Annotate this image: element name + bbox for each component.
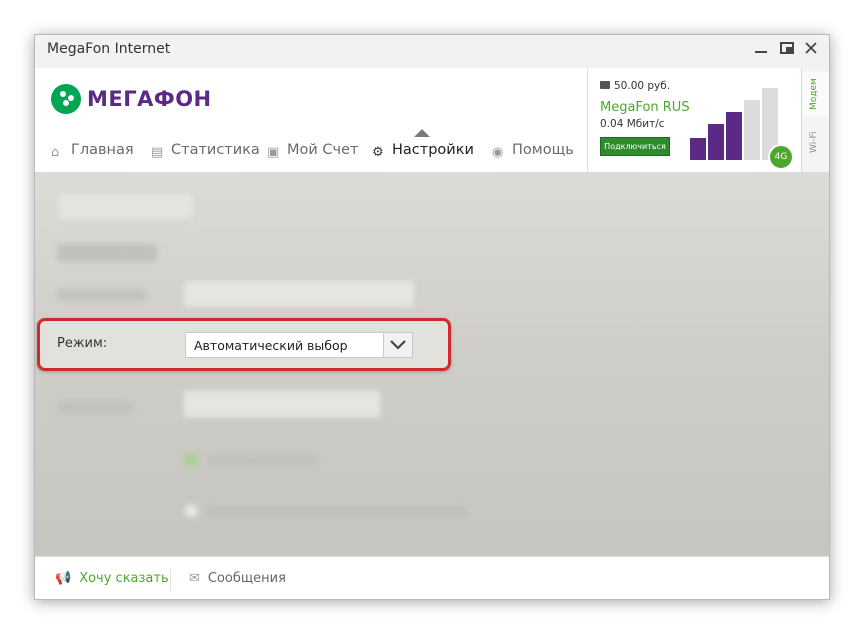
blurred-heading bbox=[57, 244, 157, 262]
connect-button[interactable]: Подключиться bbox=[600, 137, 670, 156]
settings-content: Режим: Автоматический выбор bbox=[35, 172, 829, 556]
maximize-icon bbox=[780, 42, 794, 54]
blurred-text bbox=[207, 506, 467, 517]
minimize-button[interactable] bbox=[751, 40, 771, 60]
balance: 50.00 руб. bbox=[600, 80, 670, 92]
stats-icon: ▤ bbox=[151, 145, 164, 160]
signal-bar-1 bbox=[690, 138, 706, 160]
nav-item-settings[interactable]: ⚙ Настройки bbox=[372, 142, 474, 160]
side-tabs: Модем Wi-Fi bbox=[801, 68, 829, 172]
nav-item-home[interactable]: ⌂ Главная bbox=[51, 142, 134, 160]
logo-text: МЕГАФОН bbox=[87, 87, 212, 111]
connection-status-panel: 50.00 руб. MegaFon RUS 0.04 Мбит/с Подкл… bbox=[587, 68, 802, 172]
blurred-label bbox=[57, 401, 132, 413]
blurred-select bbox=[183, 390, 381, 418]
tab-wifi[interactable]: Wi-Fi bbox=[802, 120, 829, 164]
mode-select-toggle[interactable] bbox=[383, 333, 412, 357]
operator-name: MegaFon RUS bbox=[600, 100, 690, 115]
chevron-down-icon bbox=[390, 340, 406, 350]
nav-item-label: Статистика bbox=[171, 142, 260, 158]
blurred-label bbox=[57, 289, 147, 301]
wallet-small-icon bbox=[600, 81, 610, 89]
footer-divider bbox=[170, 569, 171, 591]
footer: 📢 Хочу сказать ✉ Сообщения bbox=[35, 556, 829, 599]
close-button[interactable] bbox=[801, 40, 821, 60]
nav-item-label: Настройки bbox=[392, 142, 474, 158]
signal-bar-4 bbox=[744, 100, 760, 160]
mode-select[interactable]: Автоматический выбор bbox=[185, 332, 413, 358]
messages-link[interactable]: ✉ Сообщения bbox=[189, 571, 286, 586]
megaphone-icon: 📢 bbox=[55, 571, 72, 586]
nav-item-label: Главная bbox=[71, 142, 134, 158]
active-tab-indicator bbox=[414, 129, 430, 137]
connection-speed: 0.04 Мбит/с bbox=[600, 118, 665, 130]
title-bar: MegaFon Internet bbox=[35, 35, 829, 68]
feedback-link[interactable]: 📢 Хочу сказать bbox=[55, 571, 169, 586]
envelope-icon: ✉ bbox=[189, 571, 200, 586]
blurred-checkbox bbox=[185, 505, 197, 517]
maximize-button[interactable] bbox=[777, 40, 797, 60]
blurred-button bbox=[57, 192, 194, 220]
network-type-badge: 4G bbox=[768, 144, 794, 170]
nav-item-account[interactable]: ▣ Мой Счет bbox=[267, 142, 359, 160]
nav-item-statistics[interactable]: ▤ Статистика bbox=[151, 142, 260, 160]
nav-item-label: Помощь bbox=[512, 142, 574, 158]
app-window: MegaFon Internet МЕГАФОН ⌂ Главная ▤ Стати… bbox=[34, 34, 830, 600]
window-title: MegaFon Internet bbox=[47, 41, 171, 57]
blurred-select bbox=[183, 280, 415, 308]
mode-setting-row: Режим: Автоматический выбор bbox=[37, 318, 455, 373]
mode-label: Режим: bbox=[57, 336, 108, 351]
messages-label: Сообщения bbox=[207, 571, 286, 586]
feedback-label: Хочу сказать bbox=[79, 571, 169, 586]
balance-value: 50.00 руб. bbox=[614, 80, 671, 92]
gear-icon: ⚙ bbox=[372, 145, 384, 160]
close-icon bbox=[805, 42, 817, 54]
blurred-checkbox bbox=[185, 454, 197, 466]
mode-select-value: Автоматический выбор bbox=[194, 338, 348, 353]
home-icon: ⌂ bbox=[51, 145, 60, 160]
minimize-icon bbox=[755, 51, 767, 53]
signal-bar-3 bbox=[726, 112, 742, 160]
wallet-icon: ▣ bbox=[267, 145, 280, 160]
blurred-text bbox=[207, 455, 317, 466]
tab-modem[interactable]: Модем bbox=[802, 72, 829, 116]
logo-mark-icon bbox=[51, 84, 81, 114]
megafon-logo: МЕГАФОН bbox=[51, 84, 221, 118]
signal-bar-2 bbox=[708, 124, 724, 160]
nav-item-help[interactable]: ◉ Помощь bbox=[492, 142, 574, 160]
help-icon: ◉ bbox=[492, 145, 504, 160]
nav-item-label: Мой Счет bbox=[287, 142, 359, 158]
